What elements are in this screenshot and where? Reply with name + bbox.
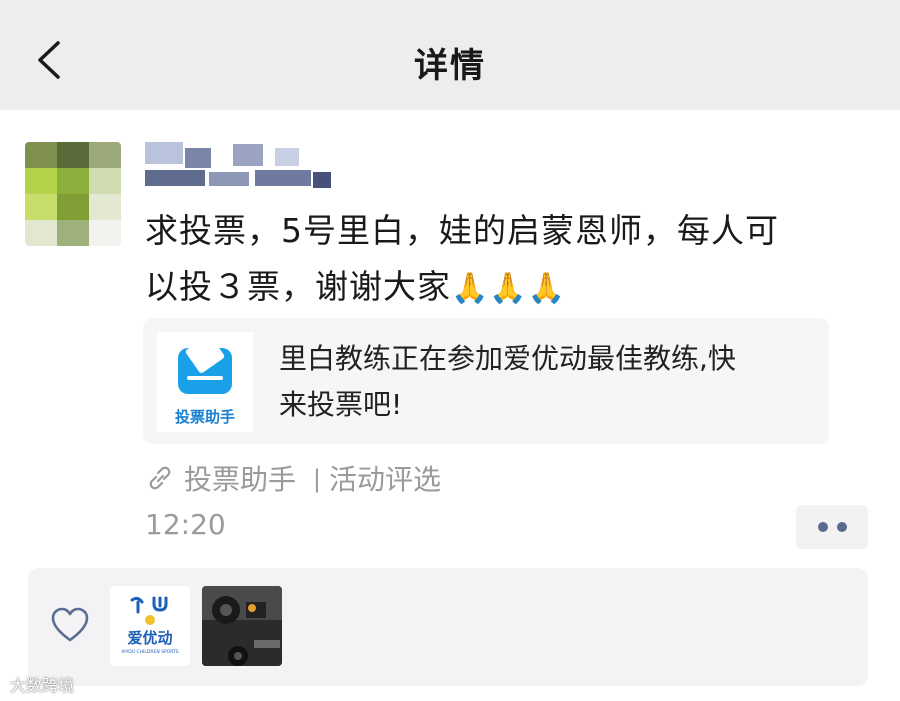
- svg-text:投票助手: 投票助手: [175, 408, 235, 426]
- source-link[interactable]: 投票助手 | 活动评选: [146, 458, 441, 498]
- liker-avatar[interactable]: [202, 586, 282, 666]
- more-dot-icon: [818, 522, 828, 532]
- link-icon: [149, 466, 171, 490]
- svg-text:AIYOU CHILDREN SPORTS: AIYOU CHILDREN SPORTS: [121, 649, 178, 655]
- pray-emoji-icon: 🙏: [451, 271, 490, 306]
- source-category[interactable]: 活动评选: [329, 463, 441, 496]
- more-dot-icon: [837, 522, 847, 532]
- page-title: 详情: [414, 46, 486, 86]
- card-text-line2: 来投票吧!: [279, 388, 403, 421]
- vote-assistant-icon: 投票助手: [157, 332, 253, 432]
- liker-avatar[interactable]: 爱优动 AIYOU CHILDREN SPORTS: [110, 586, 190, 666]
- pray-emoji-icon: 🙏: [489, 271, 528, 306]
- post-text-line2: 以投３票，谢谢大家🙏🙏🙏: [145, 259, 870, 317]
- post-text: 求投票，5号里白，娃的启蒙恩师，每人可 以投３票，谢谢大家🙏🙏🙏: [145, 203, 870, 317]
- top-bar: 详情: [0, 0, 900, 110]
- source-separator: |: [312, 465, 322, 493]
- post-text-line2-text: 以投３票，谢谢大家: [145, 267, 451, 306]
- pray-emoji-icon: 🙏: [527, 271, 567, 306]
- source-app-name[interactable]: 投票助手: [184, 463, 296, 496]
- vote-share-card[interactable]: 投票助手 里白教练正在参加爱优动最佳教练,快 来投票吧!: [143, 318, 829, 444]
- watermark: 大数跨境: [10, 672, 74, 696]
- more-button[interactable]: [796, 505, 868, 549]
- svg-text:爱优动: 爱优动: [127, 629, 172, 647]
- card-text: 里白教练正在参加爱优动最佳教练,快 来投票吧!: [279, 336, 809, 428]
- watermark-text: 大数跨境: [10, 676, 75, 695]
- card-text-line1: 里白教练正在参加爱优动最佳教练,快: [279, 342, 736, 375]
- post-time: 12:20: [145, 508, 226, 541]
- nickname-blurred[interactable]: [145, 142, 335, 190]
- heart-icon[interactable]: [50, 606, 90, 644]
- post-text-line1: 求投票，5号里白，娃的启蒙恩师，每人可: [145, 211, 779, 250]
- likes-panel: 爱优动 AIYOU CHILDREN SPORTS: [28, 568, 868, 686]
- avatar[interactable]: [25, 142, 121, 246]
